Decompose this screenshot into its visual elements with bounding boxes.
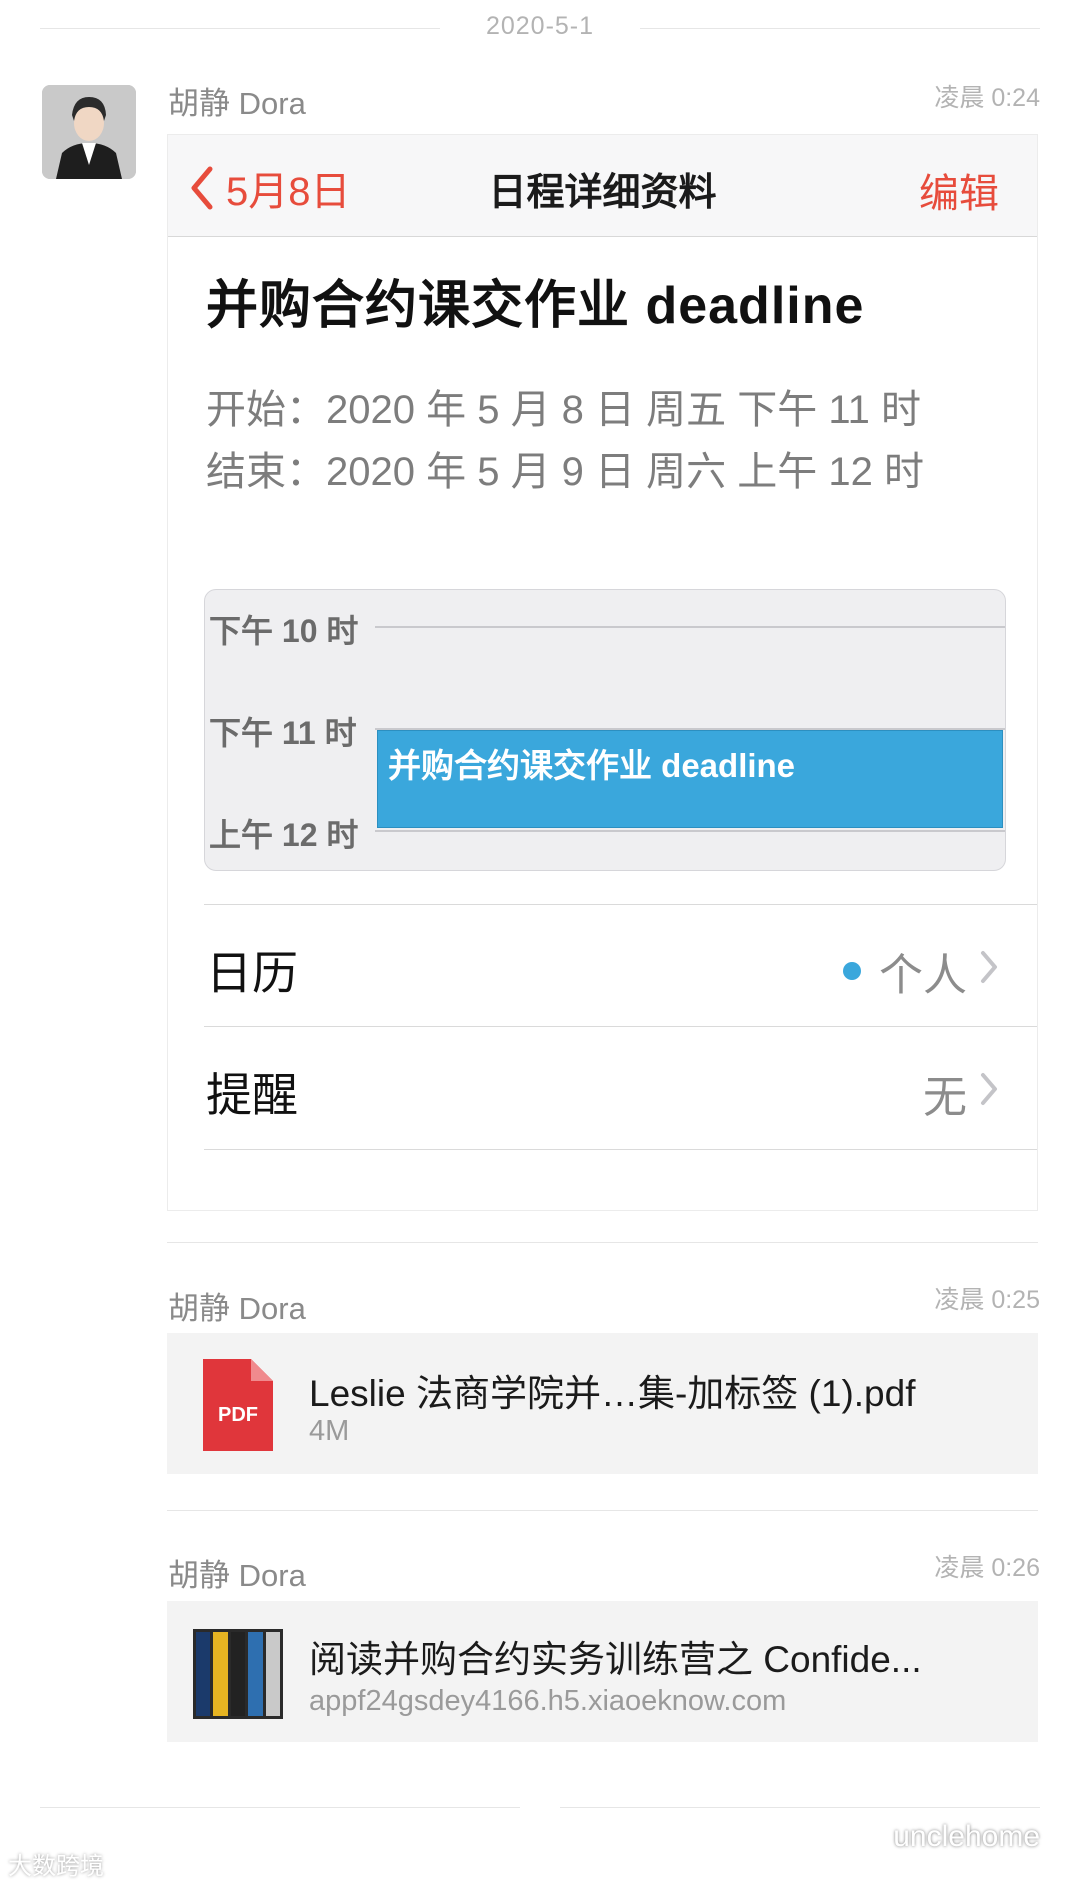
- alert-row-value: 无: [923, 1061, 967, 1125]
- calendar-row[interactable]: 日历 个人: [204, 904, 1037, 1027]
- edit-button[interactable]: 编辑: [919, 161, 999, 219]
- calendar-value-text: 个人: [879, 951, 967, 1000]
- sender-name: 胡静 Dora: [168, 86, 306, 121]
- event-title: 并购合约课交作业 deadline: [206, 277, 865, 335]
- alert-row-label: 提醒: [206, 1069, 298, 1121]
- chevron-right-icon: [981, 951, 997, 983]
- message-time: 凌晨 0:24: [934, 84, 1040, 112]
- file-name: Leslie 法商学院并…集-加标签 (1).pdf: [309, 1373, 916, 1414]
- divider: [560, 1807, 1040, 1808]
- pdf-icon-label: PDF: [218, 1404, 258, 1426]
- book-cover-thumbnail: [193, 1629, 283, 1719]
- event-end: 结束：2020 年 5 月 9 日 周六 上午 12 时: [206, 450, 924, 494]
- divider: [167, 1242, 1038, 1243]
- alert-row[interactable]: 提醒 无: [204, 1026, 1037, 1150]
- watermark-right-text: unclehome: [893, 1820, 1040, 1853]
- nav-title: 日程详细资料: [488, 172, 717, 214]
- chevron-right-icon: [981, 1073, 997, 1105]
- calendar-nav-bar: 5月8日 日程详细资料 编辑: [168, 135, 1037, 237]
- timeline-label: 下午 10 时: [209, 613, 359, 649]
- day-timeline: 下午 10 时 下午 11 时 上午 12 时 并购合约课交作业 deadlin…: [204, 589, 1006, 871]
- calendar-color-dot-icon: [843, 962, 861, 980]
- file-size: 4M: [309, 1415, 350, 1447]
- alert-value-text: 无: [923, 1073, 967, 1122]
- watermark-left: 大数跨境: [8, 1853, 104, 1880]
- calendar-row-label: 日历: [206, 947, 298, 999]
- calendar-screenshot-card[interactable]: 5月8日 日程详细资料 编辑 并购合约课交作业 deadline 开始：2020…: [167, 134, 1038, 1211]
- timeline-event-label: 并购合约课交作业 deadline: [388, 747, 796, 784]
- calendar-row-value: 个人: [843, 939, 967, 1003]
- message-time: 凌晨 0:26: [934, 1554, 1040, 1582]
- wechat-icon: [843, 1822, 883, 1851]
- timeline-gridline: [375, 830, 1005, 832]
- date-header: 2020-5-1: [485, 12, 595, 40]
- sender-name: 胡静 Dora: [168, 1558, 306, 1593]
- divider: [167, 1510, 1038, 1511]
- timeline-label: 下午 11 时: [209, 715, 357, 751]
- link-title: 阅读并购合约实务训练营之 Confide...: [309, 1639, 922, 1680]
- file-message-card[interactable]: PDF Leslie 法商学院并…集-加标签 (1).pdf 4M: [167, 1333, 1038, 1474]
- pdf-file-icon: PDF: [203, 1359, 273, 1451]
- link-message-card[interactable]: 阅读并购合约实务训练营之 Confide... appf24gsdey4166.…: [167, 1601, 1038, 1742]
- watermark-right: unclehome: [843, 1820, 1040, 1854]
- divider: [40, 1807, 520, 1808]
- timeline-gridline: [375, 626, 1005, 628]
- timeline-event-block[interactable]: 并购合约课交作业 deadline: [377, 730, 1003, 828]
- link-url: appf24gsdey4166.h5.xiaoeknow.com: [309, 1685, 787, 1717]
- sender-name: 胡静 Dora: [168, 1291, 306, 1326]
- avatar[interactable]: [42, 85, 136, 179]
- timeline-label: 上午 12 时: [209, 817, 359, 853]
- event-start: 开始：2020 年 5 月 8 日 周五 下午 11 时: [206, 388, 922, 432]
- avatar-portrait-icon: [42, 85, 136, 179]
- message-time: 凌晨 0:25: [934, 1286, 1040, 1314]
